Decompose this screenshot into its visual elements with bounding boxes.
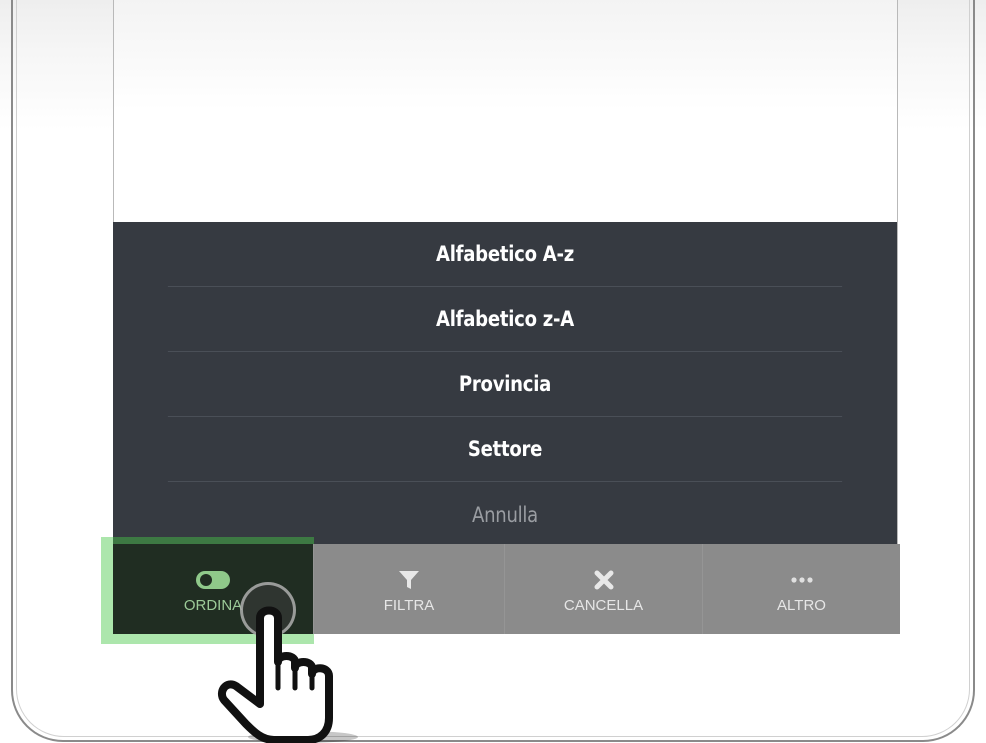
pointing-hand-icon [217,606,333,743]
sort-action-sheet: Alfabetico A-z Alfabetico z-A Provincia … [113,222,897,544]
filter-icon [398,569,420,591]
sort-option-alpha-desc[interactable]: Alfabetico z-A [167,287,843,352]
tab-label: ALTRO [777,596,826,614]
tab-label: FILTRA [383,596,435,614]
sort-option-alpha-asc[interactable]: Alfabetico A-z [167,222,843,287]
toggle-icon [195,569,231,591]
tab-altro[interactable]: ALTRO [703,544,900,634]
close-icon [594,569,614,591]
more-dots-icon [790,569,814,591]
sort-option-settore[interactable]: Settore [167,417,843,482]
tab-cancella[interactable]: CANCELLA [505,544,703,634]
tab-label: CANCELLA [563,596,644,614]
sort-option-provincia[interactable]: Provincia [167,352,843,417]
